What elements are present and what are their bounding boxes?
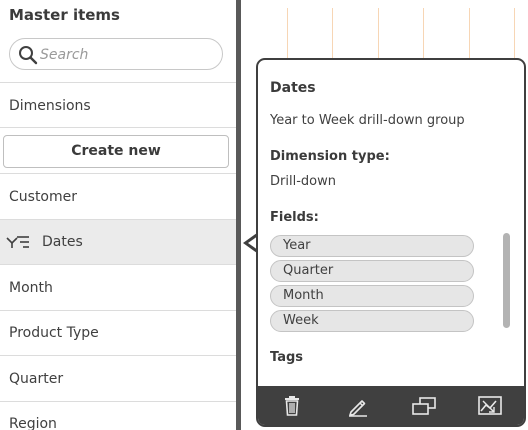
list-item-label: Dates xyxy=(42,234,83,250)
add-to-sheet-button[interactable] xyxy=(476,394,504,418)
field-chip: Quarter xyxy=(270,260,474,282)
field-chip: Month xyxy=(270,285,474,307)
grid-line xyxy=(514,8,515,58)
duplicate-icon xyxy=(412,397,436,415)
grid-line xyxy=(378,8,379,58)
fields-scrollbar[interactable] xyxy=(503,233,510,328)
field-chip: Week xyxy=(270,310,474,332)
grid-line xyxy=(332,8,333,58)
add-to-sheet-icon xyxy=(478,396,502,415)
section-dimensions[interactable]: Dimensions xyxy=(0,82,236,128)
list-item-product-type[interactable]: Product Type xyxy=(0,310,236,355)
list-item-label: Quarter xyxy=(9,370,64,387)
section-label: Dimensions xyxy=(9,97,91,114)
popover-description: Year to Week drill-down group xyxy=(270,113,465,128)
duplicate-button[interactable] xyxy=(410,394,438,418)
list-item-quarter[interactable]: Quarter xyxy=(0,355,236,401)
edit-button[interactable] xyxy=(344,394,372,418)
search-box[interactable] xyxy=(9,38,223,70)
grid-line xyxy=(287,8,288,58)
search-icon xyxy=(19,46,38,65)
dimension-details-popover: Dates Year to Week drill-down group Dime… xyxy=(256,58,526,427)
drill-down-icon xyxy=(6,236,29,248)
list-item-label: Product Type xyxy=(9,325,99,341)
list-item-month[interactable]: Month xyxy=(0,264,236,310)
field-chip: Year xyxy=(270,235,474,257)
list-item-customer[interactable]: Customer xyxy=(0,173,236,219)
delete-icon xyxy=(285,396,299,416)
dimension-type-value: Drill-down xyxy=(270,174,336,189)
create-new-button[interactable]: Create new xyxy=(3,135,229,168)
list-item-label: Month xyxy=(9,279,53,296)
list-item-dates[interactable]: Dates xyxy=(0,219,236,264)
master-items-panel: Master items Dimensions Create new Custo… xyxy=(0,0,236,430)
edit-icon xyxy=(349,400,367,417)
fields-heading: Fields: xyxy=(270,210,319,225)
panel-title: Master items xyxy=(9,6,120,24)
list-item-label: Customer xyxy=(9,188,78,205)
list-item-label: Region xyxy=(9,416,57,430)
delete-button[interactable] xyxy=(278,394,306,418)
list-item-region[interactable]: Region xyxy=(0,401,236,430)
popover-title: Dates xyxy=(270,80,316,96)
grid-line xyxy=(423,8,424,58)
grid-line xyxy=(469,8,470,58)
tags-heading: Tags xyxy=(270,350,304,365)
dimension-type-heading: Dimension type: xyxy=(270,149,390,164)
search-input[interactable] xyxy=(40,45,215,65)
popover-toolbar xyxy=(258,386,524,425)
